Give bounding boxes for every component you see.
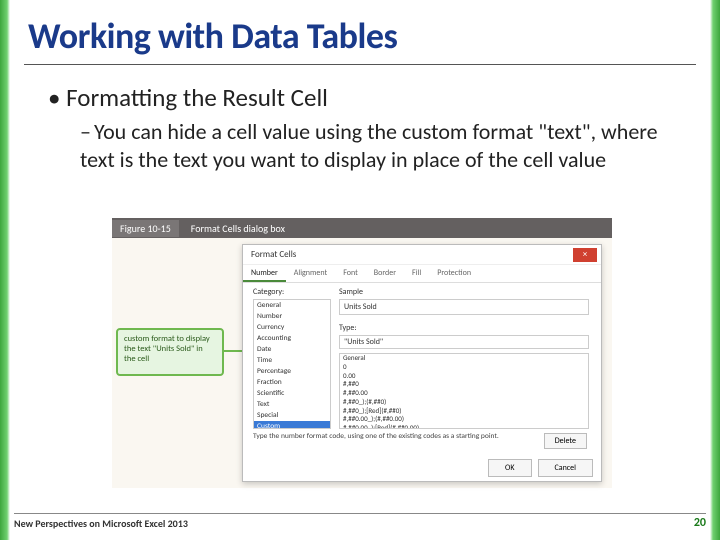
callout-box: custom format to display the text "Units… [116, 328, 224, 376]
dialog-tabs: Number Alignment Font Border Fill Protec… [243, 265, 601, 283]
tab-font[interactable]: Font [335, 265, 366, 282]
list-item[interactable]: Date [254, 344, 330, 355]
list-item[interactable]: #,##0.00_);[Red](#,##0.00) [340, 424, 588, 429]
type-label: Type: [339, 323, 356, 333]
figure-title: Format Cells dialog box [191, 222, 285, 235]
list-item[interactable]: Accounting [254, 333, 330, 344]
footer-divider [14, 513, 706, 514]
page-number: 20 [694, 516, 706, 530]
slide: Working with Data Tables Formatting the … [0, 0, 720, 540]
dialog-footer: OK Cancel [488, 459, 593, 477]
category-label: Category: [253, 287, 284, 297]
tab-number[interactable]: Number [243, 265, 286, 282]
sample-box: Units Sold [339, 299, 589, 315]
figure-body: custom format to display the text "Units… [112, 238, 612, 488]
list-item[interactable]: Scientific [254, 388, 330, 399]
tab-alignment[interactable]: Alignment [286, 265, 335, 282]
dialog-title: Format Cells [251, 249, 296, 260]
tab-fill[interactable]: Fill [404, 265, 429, 282]
dialog-titlebar: Format Cells × [243, 245, 601, 265]
dash-icon: – [80, 118, 94, 146]
category-list[interactable]: General Number Currency Accounting Date … [253, 299, 331, 429]
figure-label: Figure 10-15 [112, 220, 179, 237]
type-input[interactable]: "Units Sold" [339, 335, 589, 349]
ok-button[interactable]: OK [488, 459, 531, 477]
list-item-selected[interactable]: Custom [254, 421, 330, 429]
dialog-help-text: Type the number format code, using one o… [253, 432, 499, 441]
figure-header: Figure 10-15 Format Cells dialog box [112, 218, 612, 238]
bullet-level1: Formatting the Result Cell [48, 82, 672, 113]
list-item[interactable]: Time [254, 355, 330, 366]
dialog-body: Category: General Number Currency Accoun… [243, 283, 601, 445]
cancel-button[interactable]: Cancel [538, 459, 594, 477]
right-decoration [710, 0, 720, 540]
figure-container: Figure 10-15 Format Cells dialog box cus… [112, 218, 612, 488]
title-underline [24, 64, 696, 65]
list-item[interactable]: Currency [254, 322, 330, 333]
sample-label: Sample [339, 287, 363, 297]
list-item[interactable]: #,##0 [340, 380, 588, 389]
footer-text: New Perspectives on Microsoft Excel 2013 [14, 517, 188, 530]
list-item[interactable]: Special [254, 410, 330, 421]
left-decoration [0, 0, 10, 540]
list-item[interactable]: General [254, 300, 330, 311]
format-cells-dialog: Format Cells × Number Alignment Font Bor… [242, 244, 602, 482]
bullet-level2: –You can hide a cell value using the cus… [80, 118, 660, 173]
list-item[interactable]: 0.00 [340, 372, 588, 381]
list-item[interactable]: Text [254, 399, 330, 410]
list-item[interactable]: Fraction [254, 377, 330, 388]
list-item[interactable]: Percentage [254, 366, 330, 377]
delete-button[interactable]: Delete [544, 433, 587, 449]
slide-title: Working with Data Tables [28, 14, 397, 58]
list-item[interactable]: General [340, 354, 588, 363]
list-item[interactable]: Number [254, 311, 330, 322]
bullet2-text: You can hide a cell value using the cust… [80, 118, 658, 173]
close-icon[interactable]: × [573, 248, 597, 262]
list-item[interactable]: 0 [340, 363, 588, 372]
format-list[interactable]: General 0 0.00 #,##0 #,##0.00 #,##0_);(#… [339, 353, 589, 429]
tab-protection[interactable]: Protection [429, 265, 479, 282]
tab-border[interactable]: Border [366, 265, 404, 282]
